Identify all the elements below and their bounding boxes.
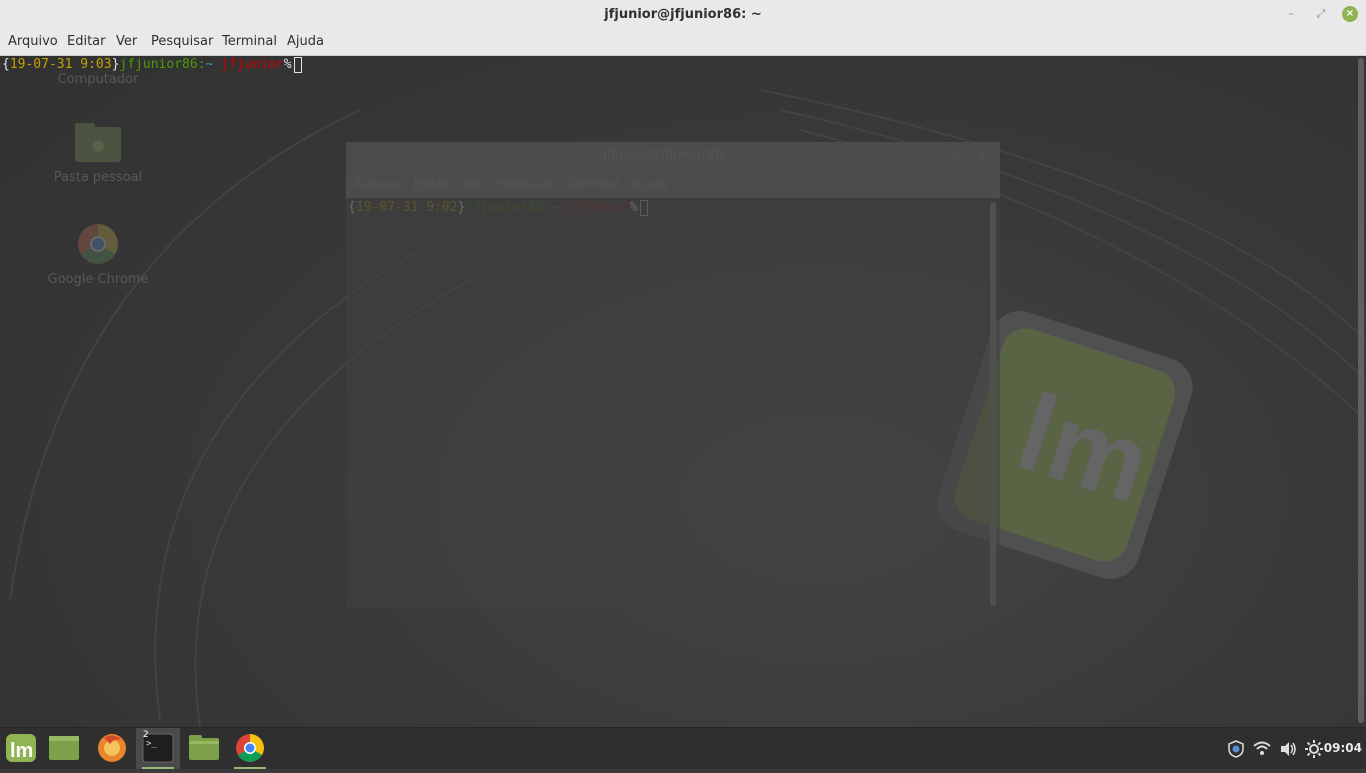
prompt-colon: : bbox=[197, 57, 206, 72]
brightness-icon[interactable] bbox=[1305, 740, 1323, 758]
clock[interactable]: 09:04 bbox=[1324, 728, 1362, 769]
terminal-scrollbar[interactable] bbox=[1358, 58, 1364, 723]
menu-ver[interactable]: Ver bbox=[116, 29, 137, 54]
prompt-symbol: % bbox=[283, 57, 292, 72]
taskbar: lm >_ 2 09:04 bbox=[0, 727, 1366, 769]
svg-text:lm: lm bbox=[10, 740, 33, 762]
close-button[interactable]: × bbox=[1342, 6, 1358, 22]
running-indicator bbox=[234, 767, 266, 769]
wifi-icon[interactable] bbox=[1253, 740, 1271, 758]
active-indicator bbox=[142, 767, 174, 769]
show-desktop-icon bbox=[49, 736, 79, 760]
menu-editar[interactable]: Editar bbox=[67, 29, 106, 54]
prompt-user: jfjunior bbox=[221, 57, 284, 72]
menu-pesquisar[interactable]: Pesquisar bbox=[151, 29, 213, 54]
svg-text:>_: >_ bbox=[146, 739, 157, 749]
firefox-icon bbox=[98, 734, 126, 762]
terminal-window: jfjunior@jfjunior86: ~ – ⤢ × Arquivo Edi… bbox=[0, 0, 1366, 727]
mint-menu-icon: lm bbox=[6, 734, 36, 762]
terminal-window-count: 2 bbox=[143, 730, 149, 740]
window-title: jfjunior@jfjunior86: ~ bbox=[604, 7, 762, 22]
prompt-user-host: jfjunior86 bbox=[119, 57, 198, 72]
firefox-launcher[interactable] bbox=[90, 728, 134, 769]
shell-prompt: {19-07-31 9:03}jfjunior86:~ jfjunior% bbox=[2, 57, 302, 73]
window-titlebar[interactable]: jfjunior@jfjunior86: ~ – ⤢ × bbox=[0, 0, 1366, 29]
files-icon bbox=[189, 735, 219, 760]
text-cursor bbox=[293, 57, 302, 73]
menu-terminal[interactable]: Terminal bbox=[222, 29, 277, 54]
menu-ajuda[interactable]: Ajuda bbox=[287, 29, 324, 54]
terminal-area[interactable]: {19-07-31 9:03}jfjunior86:~ jfjunior% bbox=[0, 56, 1366, 727]
volume-icon[interactable] bbox=[1279, 740, 1297, 758]
chrome-task[interactable] bbox=[228, 728, 272, 769]
terminal-task[interactable]: >_ 2 bbox=[136, 728, 180, 769]
files-launcher[interactable] bbox=[182, 728, 226, 769]
prompt-datetime: 19-07-31 9:03 bbox=[9, 57, 112, 72]
show-desktop-button[interactable] bbox=[42, 728, 86, 769]
restore-button[interactable]: ⤢ bbox=[1313, 6, 1329, 22]
minimize-button[interactable]: – bbox=[1283, 6, 1299, 22]
menu-bar: Arquivo Editar Ver Pesquisar Terminal Aj… bbox=[0, 29, 1366, 56]
menu-arquivo[interactable]: Arquivo bbox=[8, 29, 58, 54]
menu-button[interactable]: lm bbox=[0, 728, 44, 769]
update-shield-icon[interactable] bbox=[1227, 740, 1245, 758]
prompt-brace-open: { bbox=[2, 57, 10, 72]
chrome-icon bbox=[236, 734, 264, 762]
